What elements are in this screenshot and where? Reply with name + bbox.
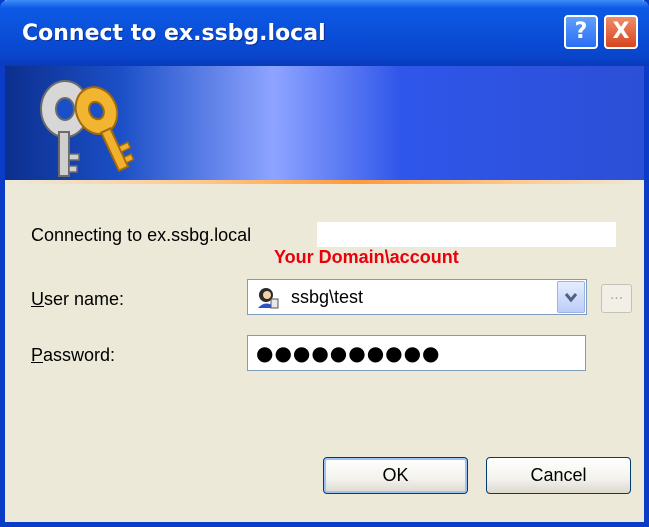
help-button[interactable]: ? [564, 15, 598, 49]
annotation-text: Your Domain\account [274, 247, 459, 267]
password-label: Password: [31, 345, 115, 366]
title-bar[interactable]: Connect to ex.ssbg.local ? X [0, 0, 649, 66]
close-button[interactable]: X [604, 15, 638, 49]
browse-button[interactable]: ... [601, 284, 632, 313]
ok-button[interactable]: OK [323, 457, 468, 494]
chevron-down-icon [564, 293, 578, 303]
password-accesskey: P [31, 345, 44, 365]
password-input[interactable]: ●●●●●●●●●● [247, 335, 586, 371]
user-icon [258, 288, 279, 309]
cancel-button[interactable]: Cancel [486, 457, 631, 494]
server-name-field [317, 222, 616, 247]
username-label-rest: ser name: [44, 289, 125, 309]
username-accesskey: U [31, 289, 44, 309]
banner-image [5, 66, 644, 184]
username-value: ssbg\test [291, 287, 364, 307]
password-label-rest: assword: [43, 345, 116, 365]
username-label: User name: [31, 289, 124, 310]
password-value: ●●●●●●●●●● [256, 341, 441, 365]
keys-icon [40, 80, 135, 177]
connecting-label: Connecting to ex.ssbg.local [31, 225, 252, 245]
dropdown-button[interactable] [557, 281, 585, 313]
banner-stripe [5, 180, 644, 184]
window-title: Connect to ex.ssbg.local [22, 21, 326, 46]
username-combobox[interactable]: ssbg\test [247, 279, 587, 315]
dialog-window: Connect to ex.ssbg.local ? X Connecting … [0, 0, 649, 527]
